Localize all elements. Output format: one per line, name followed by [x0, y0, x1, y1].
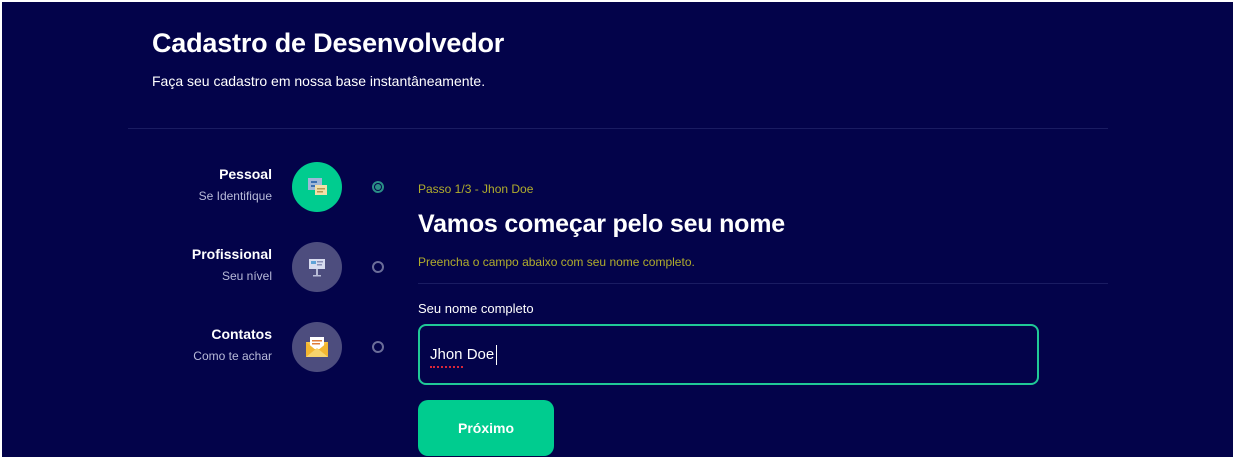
step-pessoal-text: Pessoal Se Identifique — [199, 165, 272, 205]
page-subtitle: Faça seu cadastro em nossa base instantâ… — [152, 73, 486, 89]
step-label: Profissional — [191, 246, 272, 262]
step-tag: Passo 1/3 - Jhon Doe — [418, 182, 534, 196]
step-circle-contatos[interactable] — [292, 322, 342, 372]
form-title: Vamos começar pelo seu nome — [418, 210, 785, 238]
step-profissional[interactable]: Profissional Seu nível — [122, 237, 422, 293]
form-divider — [418, 283, 1108, 284]
header: Cadastro de Desenvolvedor Faça seu cadas… — [152, 27, 504, 89]
step-circle-pessoal[interactable] — [292, 162, 342, 212]
page-title: Cadastro de Desenvolvedor — [152, 28, 505, 58]
desk-icon — [309, 259, 325, 277]
step-contatos-text: Contatos Como te achar — [193, 325, 272, 365]
full-name-label: Seu nome completo — [418, 301, 534, 316]
full-name-field-box[interactable] — [418, 324, 1039, 385]
text-caret — [496, 345, 497, 365]
next-button[interactable]: Próximo — [418, 400, 554, 456]
form-description: Preencha o campo abaixo com seu nome com… — [418, 255, 695, 269]
full-name-input[interactable] — [430, 346, 1020, 363]
id-card-icon — [308, 178, 327, 195]
step-radio-contatos[interactable] — [372, 341, 384, 353]
app-frame: Cadastro de Desenvolvedor Faça seu cadas… — [2, 2, 1233, 457]
envelope-icon — [306, 337, 328, 357]
step-label: Contatos — [211, 326, 272, 342]
step-sublabel: Se Identifique — [198, 189, 272, 203]
step-radio-profissional[interactable] — [372, 261, 384, 273]
step-pessoal[interactable]: Pessoal Se Identifique — [122, 157, 422, 213]
step-sublabel: Seu nível — [221, 269, 272, 283]
header-divider — [128, 128, 1108, 129]
step-circle-profissional[interactable] — [292, 242, 342, 292]
step-profissional-text: Profissional Seu nível — [192, 245, 272, 285]
step-radio-pessoal[interactable] — [372, 181, 384, 193]
form-panel: Passo 1/3 - Jhon Doe Vamos começar pelo … — [418, 182, 1108, 456]
step-contatos[interactable]: Contatos Como te achar — [122, 317, 422, 373]
spellcheck-underline — [430, 365, 463, 368]
step-label: Pessoal — [219, 166, 272, 182]
step-sublabel: Como te achar — [193, 349, 272, 363]
